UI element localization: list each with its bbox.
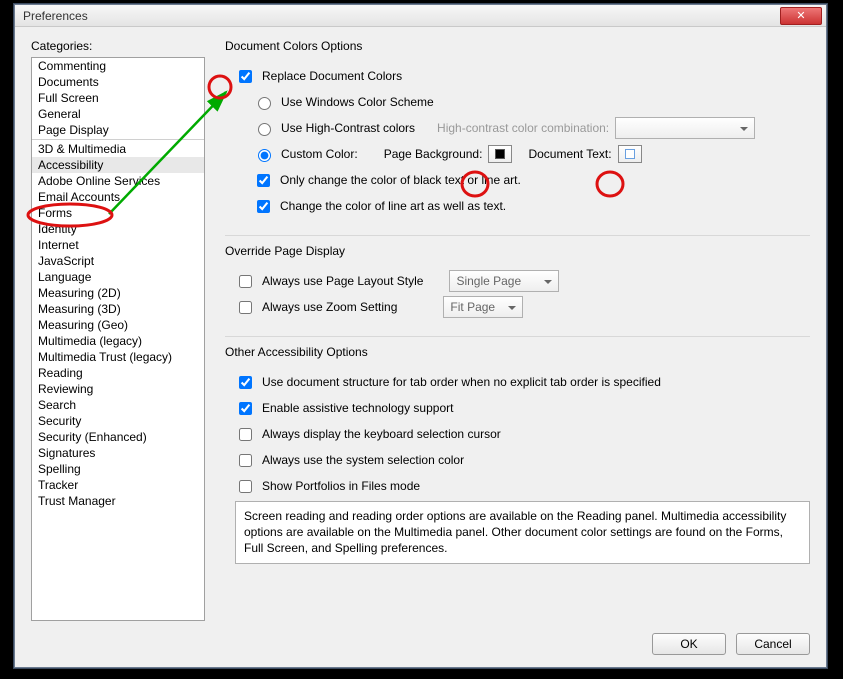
sidebar-item-measuring-2d-[interactable]: Measuring (2D) xyxy=(32,285,204,301)
sidebar-item-3d-multimedia[interactable]: 3D & Multimedia xyxy=(32,141,204,157)
change-lineart-label: Change the color of line art as well as … xyxy=(280,199,506,213)
assistive-label: Enable assistive technology support xyxy=(262,401,453,415)
replace-doc-colors-label: Replace Document Colors xyxy=(262,69,402,83)
kbd-cursor-checkbox[interactable] xyxy=(239,428,252,441)
sys-selcolor-label: Always use the system selection color xyxy=(262,453,464,467)
sidebar-item-trust-manager[interactable]: Trust Manager xyxy=(32,493,204,509)
sidebar-item-measuring-3d-[interactable]: Measuring (3D) xyxy=(32,301,204,317)
replace-doc-colors-checkbox[interactable] xyxy=(239,70,252,83)
portfolios-checkbox[interactable] xyxy=(239,480,252,493)
sidebar-item-general[interactable]: General xyxy=(32,106,204,122)
doc-colors-group-label: Document Colors Options xyxy=(225,39,810,53)
categories-label: Categories: xyxy=(31,39,205,53)
tab-order-label: Use document structure for tab order whe… xyxy=(262,375,661,389)
use-windows-radio[interactable] xyxy=(258,97,271,110)
custom-color-radio[interactable] xyxy=(258,149,271,162)
always-zoom-label: Always use Zoom Setting xyxy=(262,300,397,314)
sidebar-item-multimedia-trust-legacy-[interactable]: Multimedia Trust (legacy) xyxy=(32,349,204,365)
only-black-label: Only change the color of black text or l… xyxy=(280,173,521,187)
use-highcontrast-label: Use High-Contrast colors xyxy=(281,121,415,135)
always-layout-checkbox[interactable] xyxy=(239,275,252,288)
use-windows-label: Use Windows Color Scheme xyxy=(281,95,434,109)
sidebar-item-adobe-online-services[interactable]: Adobe Online Services xyxy=(32,173,204,189)
use-highcontrast-radio[interactable] xyxy=(258,123,271,136)
custom-color-label: Custom Color: xyxy=(281,147,358,161)
window-title: Preferences xyxy=(23,9,780,23)
page-bg-swatch xyxy=(495,149,505,159)
sidebar-item-security-enhanced-[interactable]: Security (Enhanced) xyxy=(32,429,204,445)
sidebar-item-spelling[interactable]: Spelling xyxy=(32,461,204,477)
close-button[interactable]: ✕ xyxy=(780,7,822,25)
sidebar-item-commenting[interactable]: Commenting xyxy=(32,58,204,74)
only-black-checkbox[interactable] xyxy=(257,174,270,187)
titlebar: Preferences ✕ xyxy=(15,5,826,27)
override-group-label: Override Page Display xyxy=(225,244,810,258)
sidebar-item-forms[interactable]: Forms xyxy=(32,205,204,221)
cancel-button[interactable]: Cancel xyxy=(736,633,810,655)
sidebar-item-signatures[interactable]: Signatures xyxy=(32,445,204,461)
ok-button[interactable]: OK xyxy=(652,633,726,655)
sidebar-item-internet[interactable]: Internet xyxy=(32,237,204,253)
page-bg-label: Page Background: xyxy=(384,147,483,161)
always-layout-label: Always use Page Layout Style xyxy=(262,274,423,288)
sidebar-item-documents[interactable]: Documents xyxy=(32,74,204,90)
change-lineart-checkbox[interactable] xyxy=(257,200,270,213)
tab-order-checkbox[interactable] xyxy=(239,376,252,389)
always-zoom-checkbox[interactable] xyxy=(239,301,252,314)
doc-text-swatch xyxy=(625,149,635,159)
sidebar-item-measuring-geo-[interactable]: Measuring (Geo) xyxy=(32,317,204,333)
close-icon: ✕ xyxy=(796,9,805,22)
highcontrast-combo-label: High-contrast color combination: xyxy=(437,121,609,135)
sidebar-item-accessibility[interactable]: Accessibility xyxy=(32,157,204,173)
categories-list[interactable]: CommentingDocumentsFull ScreenGeneralPag… xyxy=(31,57,205,621)
sidebar-item-full-screen[interactable]: Full Screen xyxy=(32,90,204,106)
info-note: Screen reading and reading order options… xyxy=(235,501,810,564)
doc-text-color-button[interactable] xyxy=(618,145,642,163)
other-group-label: Other Accessibility Options xyxy=(225,345,810,359)
highcontrast-combo xyxy=(615,117,755,139)
sidebar-item-security[interactable]: Security xyxy=(32,413,204,429)
sidebar-item-identity[interactable]: Identity xyxy=(32,221,204,237)
portfolios-label: Show Portfolios in Files mode xyxy=(262,479,420,493)
assistive-checkbox[interactable] xyxy=(239,402,252,415)
kbd-cursor-label: Always display the keyboard selection cu… xyxy=(262,427,501,441)
sidebar-item-reviewing[interactable]: Reviewing xyxy=(32,381,204,397)
sidebar-item-search[interactable]: Search xyxy=(32,397,204,413)
sidebar-item-reading[interactable]: Reading xyxy=(32,365,204,381)
sidebar-item-language[interactable]: Language xyxy=(32,269,204,285)
sidebar-item-multimedia-legacy-[interactable]: Multimedia (legacy) xyxy=(32,333,204,349)
sidebar-item-tracker[interactable]: Tracker xyxy=(32,477,204,493)
layout-combo[interactable]: Single Page xyxy=(449,270,559,292)
sys-selcolor-checkbox[interactable] xyxy=(239,454,252,467)
doc-text-label: Document Text: xyxy=(528,147,611,161)
sidebar-item-email-accounts[interactable]: Email Accounts xyxy=(32,189,204,205)
page-bg-color-button[interactable] xyxy=(488,145,512,163)
sidebar-item-page-display[interactable]: Page Display xyxy=(32,122,204,138)
preferences-window: Preferences ✕ Categories: CommentingDocu… xyxy=(14,4,827,668)
zoom-combo[interactable]: Fit Page xyxy=(443,296,523,318)
sidebar-item-javascript[interactable]: JavaScript xyxy=(32,253,204,269)
